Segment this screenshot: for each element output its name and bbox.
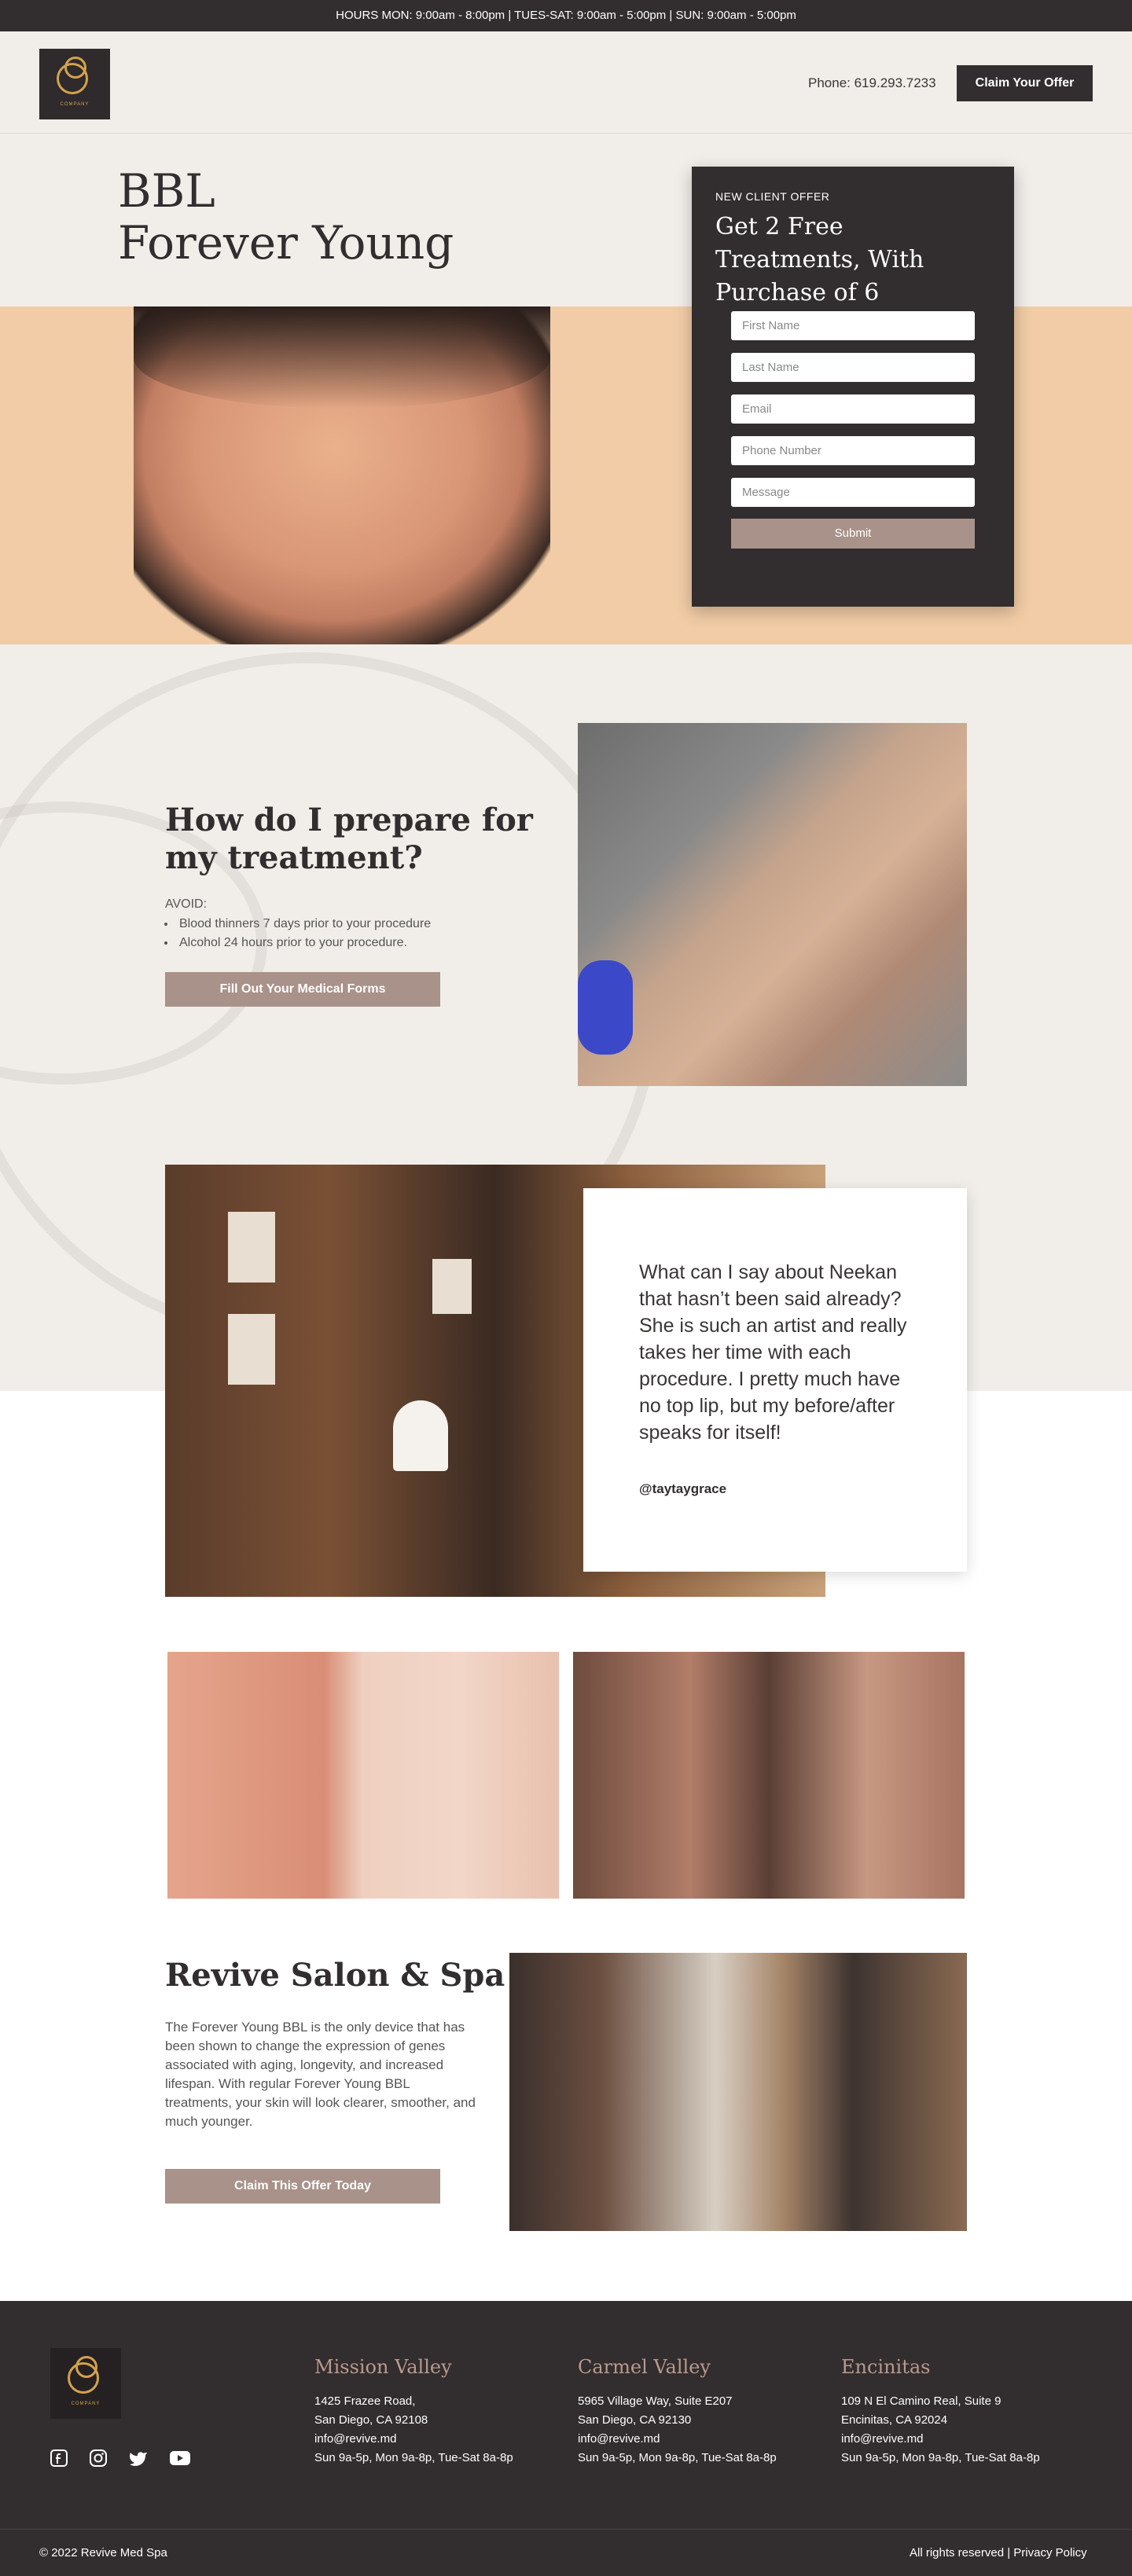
location-details-carmel-valley: 5965 Village Way, Suite E207 San Diego, … (578, 2392, 777, 2468)
location-hours: Sun 9a-5p, Mon 9a-8p, Tue-Sat 8a-8p (314, 2451, 513, 2464)
location-title-encinitas: Encinitas (841, 2356, 931, 2378)
hero-title-line2: Forever Young (118, 216, 454, 270)
hero-title-line1: BBL (118, 164, 215, 218)
header-phone[interactable]: Phone: 619.293.7233 (808, 75, 936, 91)
first-name-input[interactable] (731, 311, 975, 340)
prepare-title: How do I prepare for my treatment? (165, 802, 533, 876)
message-input[interactable] (731, 478, 975, 507)
location-title-carmel-valley: Carmel Valley (578, 2356, 711, 2378)
facial-treatment-photo (578, 723, 967, 1086)
revive-title: Revive Salon & Spa (165, 1957, 505, 1994)
email-input[interactable] (731, 394, 975, 424)
instagram-icon[interactable] (89, 2449, 108, 2468)
location-email[interactable]: info@revive.md (578, 2430, 777, 2449)
company-logo[interactable]: COMPANY (39, 49, 110, 119)
hero-hair-shade (134, 306, 550, 409)
location-address-line: 5965 Village Way, Suite E207 (578, 2394, 733, 2408)
location-address-line: San Diego, CA 92108 (314, 2413, 428, 2427)
testimonial-author: @taytaygrace (639, 1481, 727, 1496)
copyright-text: © 2022 Revive Med Spa (39, 2546, 167, 2559)
location-details-encinitas: 109 N El Camino Real, Suite 9 Encinitas,… (841, 2392, 1040, 2468)
avoid-label: AVOID: (165, 897, 208, 911)
phone-input[interactable] (731, 436, 975, 465)
avoid-list: Blood thinners 7 days prior to your proc… (165, 915, 431, 952)
hours-bar: HOURS MON: 9:00am - 8:00pm | TUES-SAT: 9… (0, 0, 1132, 31)
location-hours: Sun 9a-5p, Mon 9a-8p, Tue-Sat 8a-8p (578, 2451, 777, 2464)
facebook-icon[interactable] (50, 2449, 68, 2468)
shelf-shape (432, 1259, 472, 1314)
location-address-line: 109 N El Camino Real, Suite 9 (841, 2394, 1002, 2408)
glove-shape (578, 960, 633, 1055)
location-address-line: 1425 Frazee Road, (314, 2394, 416, 2408)
before-after-photo-1 (167, 1652, 559, 1899)
location-address-line: San Diego, CA 92130 (578, 2413, 692, 2427)
before-after-photo-2 (573, 1652, 965, 1899)
location-title-mission-valley: Mission Valley (314, 2356, 452, 2378)
offer-kicker: NEW CLIENT OFFER (715, 190, 830, 203)
revive-description: The Forever Young BBL is the only device… (165, 2020, 476, 2129)
footer-logo[interactable]: COMPANY (50, 2348, 121, 2419)
youtube-icon[interactable] (169, 2449, 191, 2468)
shelf-shape (228, 1212, 275, 1282)
salon-hallway-photo (509, 1953, 967, 2231)
submit-button[interactable]: Submit (731, 519, 975, 549)
claim-offer-today-button[interactable]: Claim This Offer Today (165, 2169, 440, 2204)
footer-divider (0, 2529, 1132, 2530)
location-email[interactable]: info@revive.md (314, 2430, 513, 2449)
location-email[interactable]: info@revive.md (841, 2430, 1040, 2449)
claim-offer-button[interactable]: Claim Your Offer (957, 65, 1093, 101)
footer-logo-text: COMPANY (71, 2402, 101, 2406)
twitter-icon[interactable] (128, 2449, 147, 2468)
logo-ring-icon (75, 2356, 97, 2378)
testimonial-quote: What can I say about Neekan that hasn’t … (639, 1261, 907, 1444)
list-item: Blood thinners 7 days prior to your proc… (176, 915, 431, 934)
shelf-shape (228, 1314, 275, 1385)
stool-shape (393, 1400, 448, 1471)
list-item: Alcohol 24 hours prior to your procedure… (176, 934, 431, 952)
hero-title: BBL Forever Young (118, 165, 454, 269)
logo-text: COMPANY (60, 102, 90, 107)
location-address-line: Encinitas, CA 92024 (841, 2413, 948, 2427)
medical-forms-button[interactable]: Fill Out Your Medical Forms (165, 972, 440, 1007)
hours-text: HOURS MON: 9:00am - 8:00pm | TUES-SAT: 9… (336, 9, 796, 22)
privacy-policy-link[interactable]: All rights reserved | Privacy Policy (910, 2546, 1087, 2559)
logo-ring-icon (64, 57, 86, 79)
location-hours: Sun 9a-5p, Mon 9a-8p, Tue-Sat 8a-8p (841, 2451, 1040, 2464)
last-name-input[interactable] (731, 353, 975, 382)
offer-title: Get 2 Free Treatments, With Purchase of … (715, 213, 924, 306)
location-details-mission-valley: 1425 Frazee Road, San Diego, CA 92108 in… (314, 2392, 513, 2468)
